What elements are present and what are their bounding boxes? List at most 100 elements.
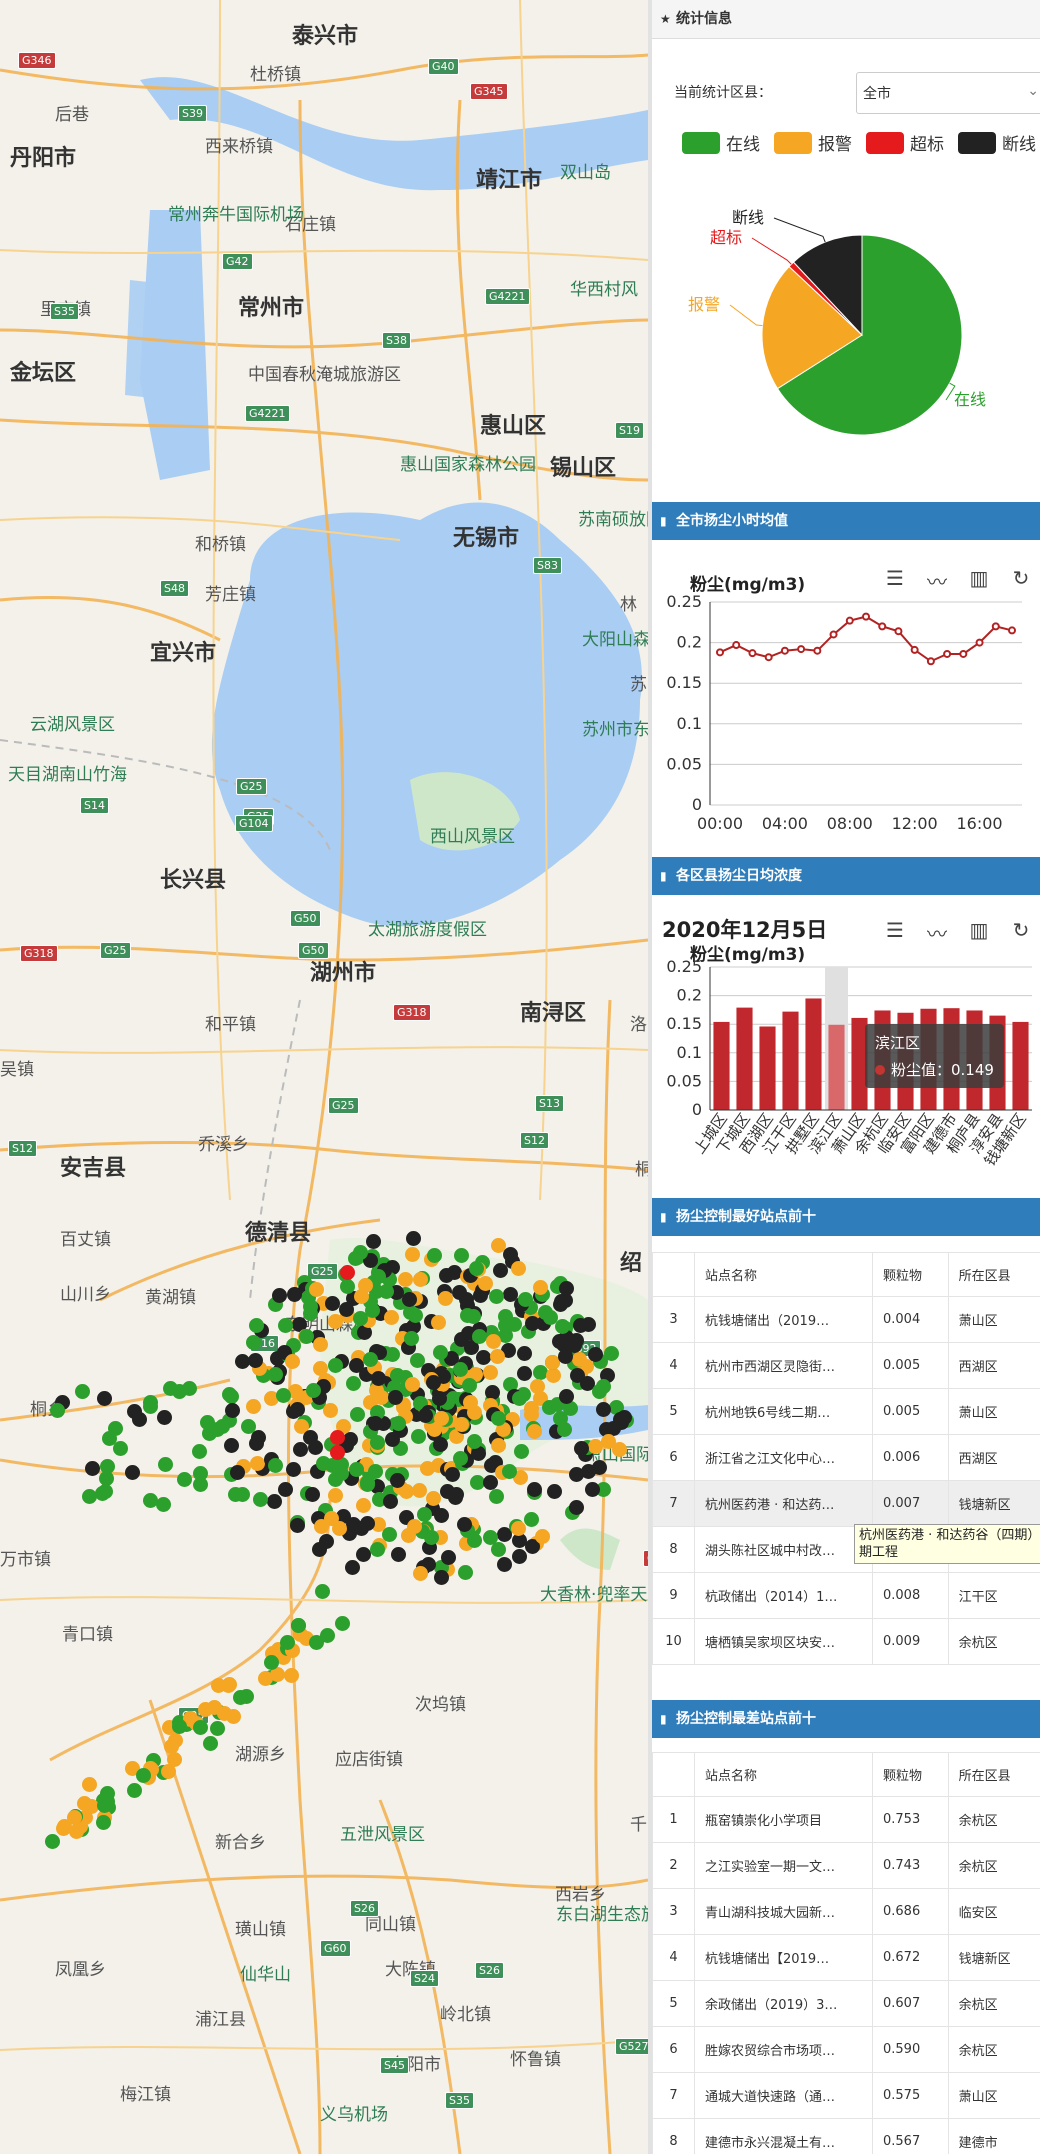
site-marker[interactable] [529, 1378, 545, 1394]
site-marker[interactable] [401, 1292, 417, 1308]
site-marker[interactable] [418, 1407, 434, 1423]
data-point[interactable] [748, 649, 757, 658]
site-marker[interactable] [403, 1330, 419, 1346]
site-marker[interactable] [482, 1364, 498, 1380]
data-point[interactable] [845, 616, 854, 625]
site-marker[interactable] [94, 1485, 110, 1501]
site-marker[interactable] [289, 1402, 305, 1418]
site-name-cell[interactable]: 青山湖科技城大园新… [694, 1888, 873, 1935]
table-row[interactable]: 4 杭州市西湖区灵隐街… 0.005 西湖区 [652, 1342, 1040, 1389]
refresh-icon[interactable]: ↻ [1008, 918, 1034, 947]
site-marker[interactable] [566, 1337, 582, 1353]
site-marker[interactable] [491, 1410, 507, 1426]
site-marker[interactable] [532, 1280, 548, 1296]
legend-offline[interactable]: 断线 [958, 130, 1036, 155]
site-marker[interactable] [210, 1720, 226, 1736]
site-name-cell[interactable]: 之江实验室一期一文… [694, 1842, 873, 1889]
data-point[interactable] [862, 612, 870, 621]
site-name-cell[interactable]: 湖头陈社区城中村改… [694, 1526, 873, 1573]
site-marker[interactable] [97, 1797, 113, 1813]
site-marker[interactable] [277, 1318, 293, 1334]
site-marker[interactable] [441, 1549, 457, 1565]
site-marker[interactable] [452, 1362, 468, 1378]
site-marker[interactable] [541, 1400, 557, 1416]
site-marker[interactable] [468, 1260, 484, 1276]
site-marker[interactable] [245, 1399, 261, 1415]
site-marker[interactable] [155, 1497, 171, 1513]
site-marker[interactable] [334, 1465, 350, 1481]
site-marker[interactable] [596, 1378, 612, 1394]
map-view[interactable]: 泰兴市 靖江市 丹阳市 常州市 金坛区 惠山区 锡山区 无锡市 宜兴市 长兴县 湖州市 德清县 安吉县 南… [0, 0, 648, 2154]
site-marker[interactable] [437, 1291, 453, 1307]
site-marker[interactable] [546, 1367, 562, 1383]
site-name-cell[interactable]: 杭政储出（2014）1… [694, 1572, 873, 1619]
site-marker[interactable] [291, 1617, 307, 1633]
site-marker[interactable] [411, 1482, 427, 1498]
site-marker[interactable] [328, 1487, 344, 1503]
site-marker[interactable] [498, 1317, 514, 1333]
site-marker[interactable] [510, 1521, 526, 1537]
site-marker[interactable] [157, 1456, 173, 1472]
site-marker[interactable] [404, 1377, 420, 1393]
site-marker[interactable] [312, 1541, 328, 1557]
site-marker[interactable] [248, 1436, 264, 1451]
site-marker[interactable] [319, 1627, 335, 1643]
legend-alarm[interactable]: 报警 [774, 130, 852, 155]
site-marker[interactable] [299, 1328, 315, 1344]
site-marker[interactable] [287, 1286, 303, 1302]
legend-online[interactable]: 在线 [682, 130, 760, 155]
site-marker[interactable] [391, 1415, 407, 1431]
site-marker[interactable] [198, 1702, 214, 1718]
data-point[interactable] [829, 630, 838, 639]
site-marker[interactable] [66, 1809, 82, 1825]
site-marker[interactable] [451, 1285, 467, 1301]
site-marker[interactable] [433, 1569, 449, 1585]
table-row[interactable]: 3 青山湖科技城大园新… 0.686 临安区 [652, 1888, 1040, 1935]
site-marker[interactable] [276, 1387, 292, 1403]
site-marker[interactable] [315, 1455, 331, 1471]
status-pie-chart[interactable]: 在线 报警 超标断线 [652, 185, 1040, 485]
site-name-cell[interactable]: 余政储出（2019）3… [694, 1980, 873, 2027]
column-header[interactable]: 颗粒物 [872, 1252, 949, 1297]
site-marker[interactable] [572, 1317, 588, 1333]
site-marker[interactable] [324, 1295, 340, 1311]
site-marker[interactable] [514, 1443, 530, 1459]
table-row[interactable]: 8 建德市永兴混凝土有… 0.567 建德市 [652, 2118, 1040, 2154]
site-marker[interactable] [334, 1616, 350, 1632]
site-marker[interactable] [534, 1528, 550, 1544]
site-marker[interactable] [221, 1386, 237, 1402]
site-marker[interactable] [425, 1375, 441, 1391]
site-marker[interactable] [82, 1776, 98, 1792]
site-marker[interactable] [412, 1565, 428, 1581]
site-marker[interactable] [338, 1301, 354, 1317]
site-marker[interactable] [84, 1460, 100, 1476]
bar-钱塘新区[interactable] [1012, 1021, 1029, 1110]
site-marker[interactable] [471, 1328, 487, 1344]
site-marker[interactable] [74, 1383, 90, 1399]
data-point[interactable] [797, 645, 806, 654]
site-marker[interactable] [384, 1309, 400, 1325]
site-marker[interactable] [461, 1377, 477, 1393]
site-name-cell[interactable]: 塘栖镇吴家坝区块安… [694, 1618, 873, 1665]
bar-chart-icon[interactable]: ▥ [966, 918, 992, 947]
table-row[interactable]: 7 杭州医药港 · 和达药… 0.007 钱塘新区 [652, 1480, 1040, 1527]
bar-下城区[interactable] [736, 1007, 753, 1110]
site-marker[interactable] [356, 1497, 372, 1513]
site-marker[interactable] [490, 1237, 506, 1253]
bar-上城区[interactable] [713, 1021, 730, 1110]
site-name-cell[interactable]: 建德市永兴混凝土有… [694, 2118, 873, 2154]
site-marker[interactable] [552, 1296, 568, 1312]
site-marker[interactable] [488, 1488, 504, 1504]
site-marker[interactable] [330, 1445, 345, 1460]
site-marker[interactable] [381, 1526, 397, 1542]
site-marker[interactable] [176, 1472, 192, 1488]
site-marker[interactable] [432, 1436, 448, 1452]
data-point[interactable] [764, 653, 773, 662]
bar-西湖区[interactable] [759, 1026, 776, 1110]
site-marker[interactable] [312, 1336, 328, 1352]
legend-exceed[interactable]: 超标 [866, 130, 944, 155]
table-row[interactable]: 5 余政储出（2019）3… 0.607 余杭区 [652, 1980, 1040, 2027]
data-point[interactable] [910, 645, 919, 654]
table-row[interactable]: 6 胜嫁农贸综合市场项… 0.590 余杭区 [652, 2026, 1040, 2073]
table-row[interactable]: 3 杭钱塘储出（2019… 0.004 萧山区 [652, 1296, 1040, 1343]
